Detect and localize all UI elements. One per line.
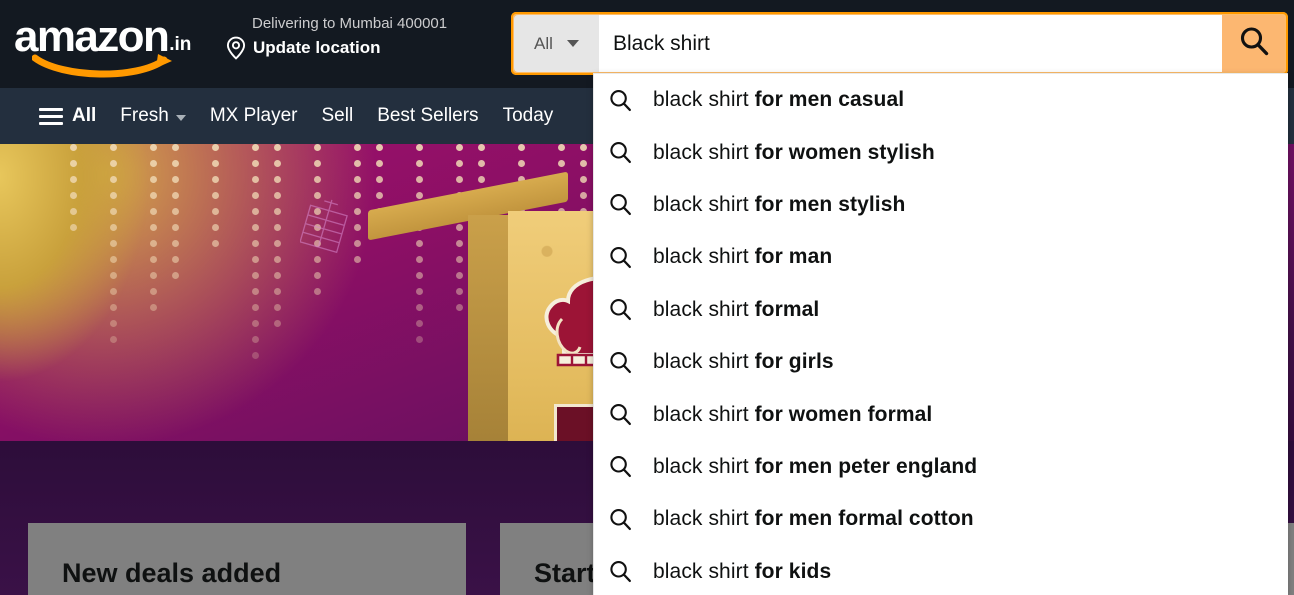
suggestion-completion: for men stylish xyxy=(754,192,906,216)
search-icon xyxy=(609,193,632,216)
search-icon xyxy=(609,560,632,583)
amazon-logo[interactable]: amazon .in xyxy=(14,12,210,78)
suggestion-item[interactable]: black shirt for women stylish xyxy=(594,126,1288,178)
nav-item-mx-player[interactable]: MX Player xyxy=(198,99,310,133)
banner-light-strand xyxy=(252,144,259,368)
suggestion-completion: for man xyxy=(754,245,833,269)
suggestion-completion: formal xyxy=(754,297,820,321)
delivery-line1: Delivering to Mumbai 400001 xyxy=(252,15,448,32)
suggestion-item[interactable]: black shirt for kids xyxy=(594,546,1288,595)
search-category-label: All xyxy=(534,33,553,53)
suggestion-completion: for kids xyxy=(754,559,832,583)
banner-light-strand xyxy=(70,144,77,240)
nav-item-fresh[interactable]: Fresh xyxy=(108,99,198,133)
nav-label: Best Sellers xyxy=(377,105,479,126)
chevron-down-icon xyxy=(175,114,186,121)
suggestion-prefix: black shirt xyxy=(653,350,755,374)
search-suggestions-dropdown: black shirt for men casual black shirt fo… xyxy=(593,73,1288,595)
chevron-down-icon xyxy=(566,40,579,47)
search-icon xyxy=(609,351,632,374)
search-bar: All xyxy=(511,12,1288,75)
suggestion-item[interactable]: black shirt for women formal xyxy=(594,388,1288,440)
nav-label: Today xyxy=(502,105,554,126)
suggestion-prefix: black shirt xyxy=(653,402,755,426)
deal-card-title: Start xyxy=(534,558,596,588)
suggestion-text: black shirt for kids xyxy=(653,560,831,584)
banner-light-strand xyxy=(354,144,361,272)
hamburger-icon xyxy=(39,107,63,125)
suggestion-text: black shirt for men casual xyxy=(653,88,904,112)
suggestion-item[interactable]: black shirt for men stylish xyxy=(594,179,1288,231)
deal-card-title: New deals added xyxy=(62,558,282,588)
suggestion-item[interactable]: black shirt for men casual xyxy=(594,74,1288,126)
search-category-dropdown[interactable]: All xyxy=(514,15,599,72)
search-icon xyxy=(609,508,632,531)
suggestion-completion: for girls xyxy=(754,350,834,374)
suggestion-text: black shirt for men stylish xyxy=(653,193,905,217)
suggestion-prefix: black shirt xyxy=(653,192,755,216)
nav-item-sell[interactable]: Sell xyxy=(310,99,366,133)
nav-label: MX Player xyxy=(209,105,298,126)
amazon-smile-icon xyxy=(32,52,182,78)
nav-item-all[interactable]: All xyxy=(24,99,108,133)
nav-label: Sell xyxy=(321,105,354,126)
suggestion-completion: for men peter england xyxy=(754,454,978,478)
suggestion-item[interactable]: black shirt for men formal cotton xyxy=(594,493,1288,545)
banner-light-strand xyxy=(212,144,219,256)
suggestion-completion: for men casual xyxy=(754,88,905,112)
banner-light-strand xyxy=(150,144,157,320)
search-submit-button[interactable] xyxy=(1222,15,1285,72)
search-icon xyxy=(609,141,632,164)
nav-label: Fresh xyxy=(120,105,169,126)
search-icon xyxy=(609,246,632,269)
suggestion-prefix: black shirt xyxy=(653,454,755,478)
suggestion-item[interactable]: black shirt formal xyxy=(594,284,1288,336)
amazon-homepage: amazon .in Delivering to Mumbai 400001 U… xyxy=(0,0,1294,595)
delivery-location[interactable]: Delivering to Mumbai 400001 Update locat… xyxy=(226,14,496,70)
suggestion-text: black shirt for women stylish xyxy=(653,141,935,165)
deal-card[interactable]: New deals added xyxy=(28,523,466,595)
suggestion-text: black shirt for women formal xyxy=(653,403,932,427)
nav-item-best-sellers[interactable]: Best Sellers xyxy=(365,99,490,133)
banner-light-strand xyxy=(110,144,117,352)
suggestion-text: black shirt for girls xyxy=(653,350,834,374)
search-icon xyxy=(609,298,632,321)
suggestion-prefix: black shirt xyxy=(653,88,755,112)
suggestion-item[interactable]: black shirt for man xyxy=(594,231,1288,283)
location-pin-icon xyxy=(226,36,246,60)
banner-gift-outline-icon xyxy=(299,194,350,254)
suggestion-item[interactable]: black shirt for girls xyxy=(594,336,1288,388)
suggestion-text: black shirt for men peter england xyxy=(653,455,977,479)
suggestion-text: black shirt for men formal cotton xyxy=(653,507,974,531)
search-icon xyxy=(609,403,632,426)
suggestion-prefix: black shirt xyxy=(653,297,755,321)
banner-light-strand xyxy=(274,144,281,336)
search-icon xyxy=(609,455,632,478)
search-input[interactable] xyxy=(599,15,1222,72)
nav-item-todays-deals[interactable]: Today xyxy=(491,99,566,133)
suggestion-prefix: black shirt xyxy=(653,507,755,531)
suggestion-text: black shirt formal xyxy=(653,298,819,322)
suggestion-item[interactable]: black shirt for men peter england xyxy=(594,441,1288,493)
search-icon xyxy=(609,89,632,112)
suggestion-prefix: black shirt xyxy=(653,245,755,269)
suggestion-prefix: black shirt xyxy=(653,140,755,164)
banner-light-strand xyxy=(172,144,179,288)
suggestion-completion: for men formal cotton xyxy=(754,507,974,531)
suggestion-prefix: black shirt xyxy=(653,559,755,583)
suggestion-text: black shirt for man xyxy=(653,245,832,269)
nav-label: All xyxy=(72,105,97,126)
suggestion-completion: for women stylish xyxy=(754,140,935,164)
suggestion-completion: for women formal xyxy=(754,402,933,426)
update-location-label: Update location xyxy=(253,38,381,57)
search-icon xyxy=(1237,24,1271,63)
